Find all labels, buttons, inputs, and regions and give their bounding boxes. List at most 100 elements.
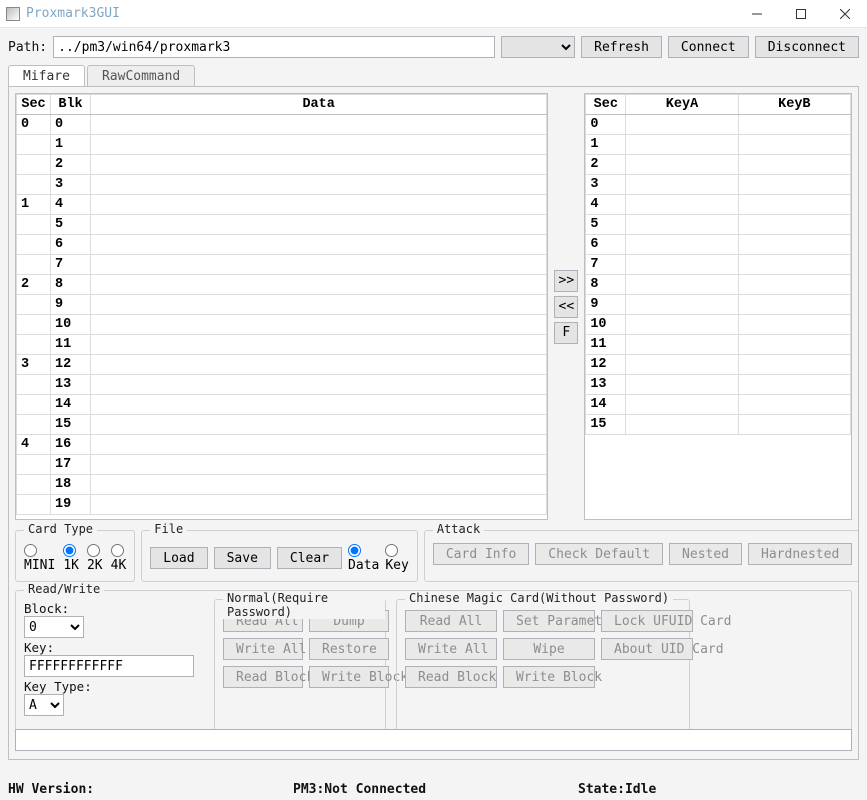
table-row[interactable]: 1 [586,135,851,155]
magic-rw-group: Chinese Magic Card(Without Password) Rea… [396,599,690,739]
table-row[interactable]: 28 [17,275,547,295]
table-row[interactable]: 312 [17,355,547,375]
read-write-group: Read/Write Block: 0 Key: Key Type: A Nor… [15,590,852,748]
keytype-select[interactable]: A [24,694,64,716]
connect-button[interactable]: Connect [668,36,749,58]
normal-read-block[interactable]: Read Block [223,666,303,688]
block-label: Block: [24,601,204,616]
refresh-button[interactable]: Refresh [581,36,662,58]
move-right-button[interactable]: >> [554,270,578,292]
radio-mini[interactable]: MINI [24,543,55,573]
table-row[interactable]: 11 [586,335,851,355]
table-row[interactable]: 7 [17,255,547,275]
table-row[interactable]: 11 [17,335,547,355]
table-row[interactable]: 2 [17,155,547,175]
minimize-button[interactable] [735,0,779,28]
col-sec: Sec [17,95,51,115]
hardnested-button[interactable]: Hardnested [748,543,852,565]
col-sec: Sec [586,95,626,115]
table-row[interactable]: 00 [17,115,547,135]
magic-write-block[interactable]: Write Block [503,666,595,688]
keytype-label: Key Type: [24,679,204,694]
check-default-button[interactable]: Check Default [535,543,663,565]
table-row[interactable]: 18 [17,475,547,495]
disconnect-button[interactable]: Disconnect [755,36,859,58]
transfer-buttons: >> << F [554,93,578,520]
key-table: Sec KeyA KeyB 0123456789101112131415 [584,93,852,520]
table-row[interactable]: 5 [17,215,547,235]
save-button[interactable]: Save [214,547,271,569]
table-row[interactable]: 19 [17,495,547,515]
normal-write-all[interactable]: Write All [223,638,303,660]
table-row[interactable]: 15 [17,415,547,435]
nested-button[interactable]: Nested [669,543,742,565]
table-row[interactable]: 7 [586,255,851,275]
table-row[interactable]: 6 [17,235,547,255]
magic-set-param[interactable]: Set Parameter [503,610,595,632]
data-table: Sec Blk Data 001231456728910113121314154… [15,93,548,520]
status-hw: HW Version: [8,782,289,797]
maximize-button[interactable] [779,0,823,28]
move-left-button[interactable]: << [554,296,578,318]
table-row[interactable]: 14 [17,395,547,415]
table-row[interactable]: 17 [17,455,547,475]
col-keya: KeyA [626,95,738,115]
key-label: Key: [24,640,204,655]
normal-write-block[interactable]: Write Block [309,666,389,688]
card-type-group: Card Type MINI 1K 2K 4K [15,530,135,582]
card-info-button[interactable]: Card Info [433,543,529,565]
normal-restore[interactable]: Restore [309,638,389,660]
path-input[interactable] [53,36,495,58]
tab-bar: Mifare RawCommand [0,64,867,86]
magic-wipe[interactable]: Wipe [503,638,595,660]
block-select[interactable]: 0 [24,616,84,638]
table-row[interactable]: 13 [586,375,851,395]
radio-1k[interactable]: 1K [63,543,79,573]
table-row[interactable]: 9 [17,295,547,315]
tab-rawcommand[interactable]: RawCommand [87,65,195,87]
tab-content: Sec Blk Data 001231456728910113121314154… [8,86,859,760]
table-row[interactable]: 3 [586,175,851,195]
col-keyb: KeyB [738,95,850,115]
magic-about-uid[interactable]: About UID Card [601,638,693,660]
table-row[interactable]: 6 [586,235,851,255]
table-row[interactable]: 14 [17,195,547,215]
radio-2k[interactable]: 2K [87,543,103,573]
magic-read-block[interactable]: Read Block [405,666,497,688]
normal-rw-group: Normal(Require Password) Read All Dump W… [214,599,386,739]
app-icon [6,7,20,21]
table-row[interactable]: 4 [586,195,851,215]
load-button[interactable]: Load [150,547,207,569]
output-field[interactable] [15,729,852,751]
table-row[interactable]: 416 [17,435,547,455]
table-row[interactable]: 10 [17,315,547,335]
attack-group: Attack Card Info Check Default Nested Ha… [424,530,859,582]
close-button[interactable] [823,0,867,28]
radio-file-key[interactable]: Key [385,543,408,573]
table-row[interactable]: 2 [586,155,851,175]
col-blk: Blk [51,95,91,115]
status-pm3: PM3:Not Connected [293,782,574,797]
table-row[interactable]: 9 [586,295,851,315]
magic-read-all[interactable]: Read All [405,610,497,632]
magic-write-all[interactable]: Write All [405,638,497,660]
table-row[interactable]: 3 [17,175,547,195]
magic-lock-ufuid[interactable]: Lock UFUID Card [601,610,693,632]
titlebar: Proxmark3GUI [0,0,867,28]
port-select[interactable] [501,36,575,58]
table-row[interactable]: 5 [586,215,851,235]
table-row[interactable]: 15 [586,415,851,435]
table-row[interactable]: 14 [586,395,851,415]
radio-4k[interactable]: 4K [111,543,127,573]
tab-mifare[interactable]: Mifare [8,65,85,87]
table-row[interactable]: 0 [586,115,851,135]
table-row[interactable]: 1 [17,135,547,155]
key-input[interactable] [24,655,194,677]
clear-button[interactable]: Clear [277,547,342,569]
fill-button[interactable]: F [554,322,578,344]
table-row[interactable]: 13 [17,375,547,395]
table-row[interactable]: 12 [586,355,851,375]
table-row[interactable]: 10 [586,315,851,335]
radio-file-data[interactable]: Data [348,543,379,573]
table-row[interactable]: 8 [586,275,851,295]
